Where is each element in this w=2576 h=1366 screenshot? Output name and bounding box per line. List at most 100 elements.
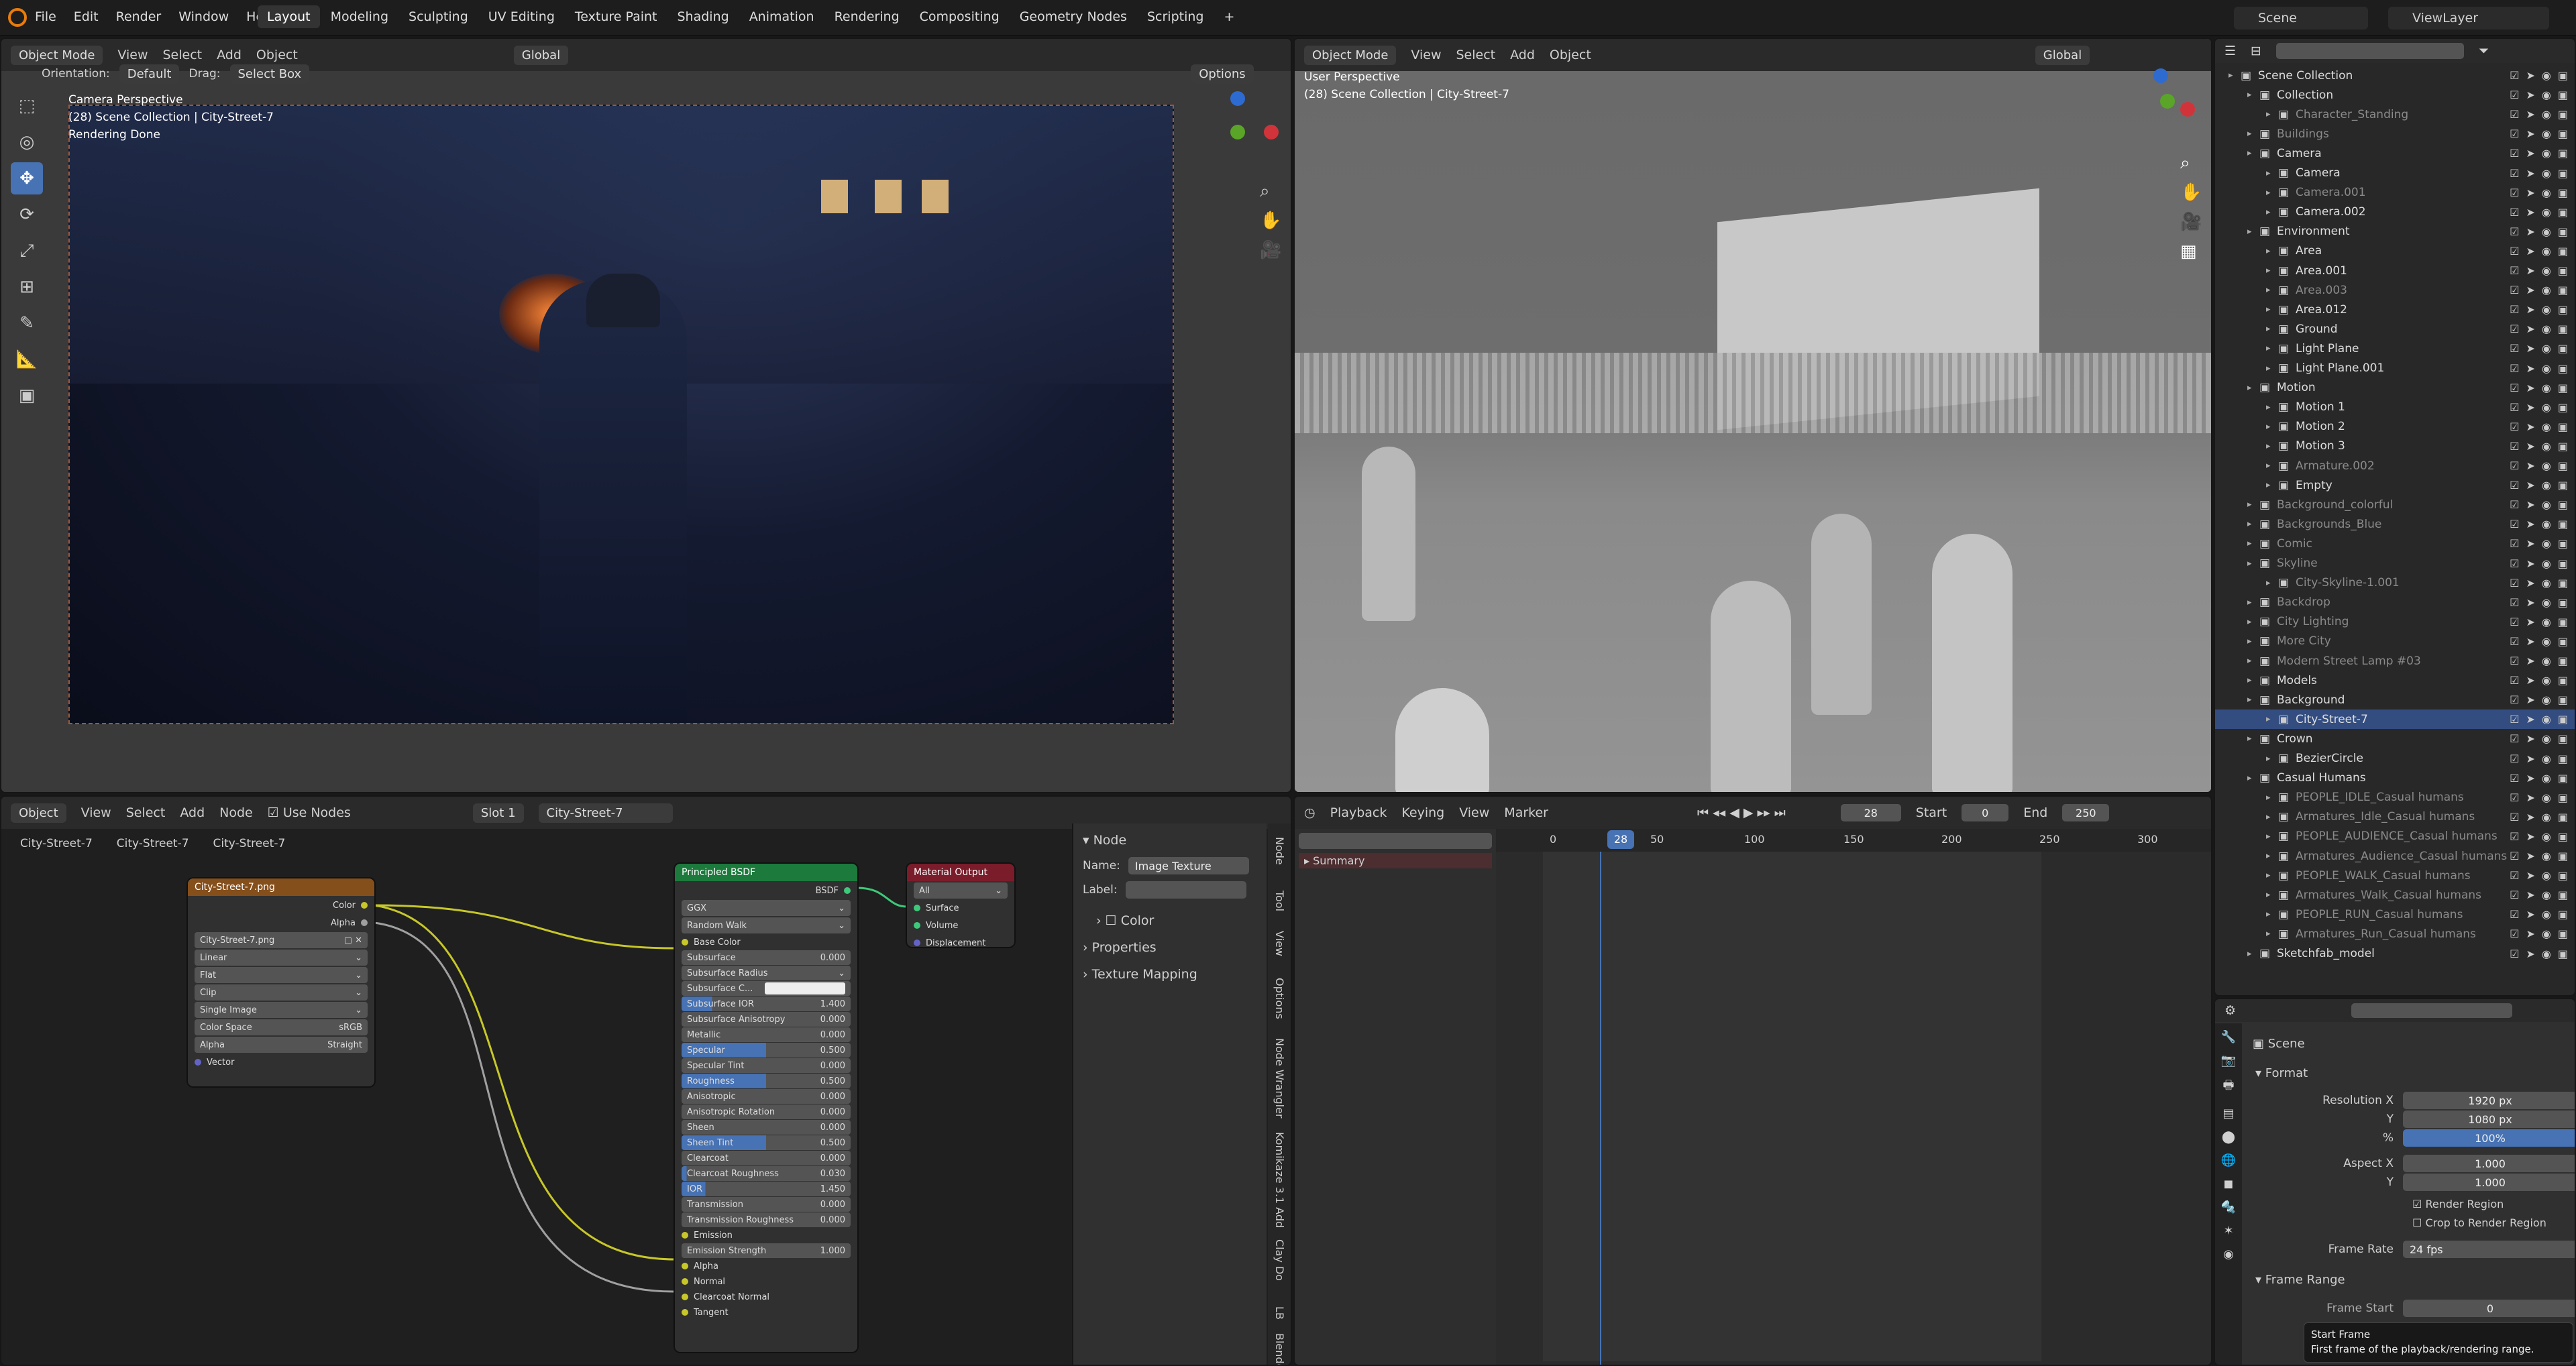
exclude-checkbox-icon[interactable]: ☑ <box>2510 674 2519 687</box>
expand-arrow-icon[interactable]: ▸ <box>2247 227 2259 237</box>
outliner-row[interactable]: ▸ ▣ Background_colorful ☑ ➤ ◉ ▣ <box>2215 495 2575 514</box>
eye-icon[interactable]: ◉ <box>2542 459 2551 472</box>
eye-icon[interactable]: ◉ <box>2542 498 2551 511</box>
outliner-row[interactable]: ▸ ▣ Area.003 ☑ ➤ ◉ ▣ <box>2215 280 2575 300</box>
tab-compositing[interactable]: Compositing <box>910 5 1009 28</box>
exclude-checkbox-icon[interactable]: ☑ <box>2510 69 2519 82</box>
render-toggle-icon[interactable]: ▣ <box>2558 479 2568 492</box>
eye-icon[interactable]: ◉ <box>2542 908 2551 921</box>
render-toggle-icon[interactable]: ▣ <box>2558 889 2568 901</box>
select-toggle-icon[interactable]: ➤ <box>2526 596 2535 609</box>
eye-icon[interactable]: ◉ <box>2542 440 2551 453</box>
eye-icon[interactable]: ◉ <box>2542 616 2551 628</box>
properties-search[interactable] <box>2351 1003 2513 1018</box>
expand-arrow-icon[interactable]: ▸ <box>2247 734 2259 744</box>
exclude-checkbox-icon[interactable]: ☑ <box>2510 167 2519 180</box>
outliner-item-label[interactable]: Modern Street Lamp #03 <box>2277 654 2421 668</box>
eye-icon[interactable]: ◉ <box>2542 362 2551 375</box>
exclude-checkbox-icon[interactable]: ☑ <box>2510 908 2519 921</box>
exclude-checkbox-icon[interactable]: ☑ <box>2510 927 2519 940</box>
aspect-x-field[interactable]: 1.000 <box>2403 1155 2575 1172</box>
expand-arrow-icon[interactable]: ▸ <box>2266 363 2278 374</box>
eye-icon[interactable]: ◉ <box>2542 577 2551 589</box>
outliner-item-label[interactable]: Armatures_Idle_Casual humans <box>2296 810 2475 823</box>
format-panel[interactable]: ▾ Format <box>2255 1066 2308 1080</box>
eye-icon[interactable]: ◉ <box>2542 635 2551 648</box>
aspect-y-field[interactable]: 1.000 <box>2403 1174 2575 1191</box>
select-toggle-icon[interactable]: ➤ <box>2526 382 2535 394</box>
transform-tool-icon[interactable]: ⊞ <box>11 271 43 303</box>
expand-arrow-icon[interactable]: ▸ <box>2247 617 2259 627</box>
outliner-row[interactable]: ▸ ▣ Armatures_Run_Casual humans ☑ ➤ ◉ ▣ <box>2215 924 2575 944</box>
playhead-line[interactable] <box>1600 852 1601 1365</box>
render-toggle-icon[interactable]: ▣ <box>2558 616 2568 628</box>
menu-playback[interactable]: Playback <box>1330 805 1387 820</box>
select-toggle-icon[interactable]: ➤ <box>2526 889 2535 901</box>
expand-arrow-icon[interactable]: ▸ <box>2266 343 2278 353</box>
expand-arrow-icon[interactable]: ▸ <box>2266 168 2278 178</box>
expand-arrow-icon[interactable]: ▸ <box>2247 519 2259 529</box>
render-toggle-icon[interactable]: ▣ <box>2558 830 2568 843</box>
expand-arrow-icon[interactable]: ▸ <box>2247 148 2259 158</box>
render-toggle-icon[interactable]: ▣ <box>2558 518 2568 530</box>
expand-arrow-icon[interactable]: ▸ <box>2266 109 2278 119</box>
options-dropdown[interactable]: Options <box>1191 64 1254 84</box>
outliner[interactable]: ☰ ⊟ ⏷ ▸ ▣ Scene Collection ☑ ➤ ◉ ▣ ▸ ▣ Collection… <box>2214 38 2576 997</box>
current-frame-field[interactable]: 28 <box>1840 804 1901 821</box>
eye-icon[interactable]: ◉ <box>2542 382 2551 394</box>
eye-icon[interactable]: ◉ <box>2542 674 2551 687</box>
select-toggle-icon[interactable]: ➤ <box>2526 323 2535 335</box>
eye-icon[interactable]: ◉ <box>2542 537 2551 550</box>
eye-icon[interactable]: ◉ <box>2542 948 2551 960</box>
expand-arrow-icon[interactable]: ▸ <box>2266 793 2278 803</box>
exclude-checkbox-icon[interactable]: ☑ <box>2510 420 2519 433</box>
exclude-checkbox-icon[interactable]: ☑ <box>2510 713 2519 726</box>
exclude-checkbox-icon[interactable]: ☑ <box>2510 498 2519 511</box>
exclude-checkbox-icon[interactable]: ☑ <box>2510 772 2519 785</box>
outliner-row[interactable]: ▸ ▣ Armature.002 ☑ ➤ ◉ ▣ <box>2215 456 2575 475</box>
expand-arrow-icon[interactable]: ▸ <box>2266 324 2278 334</box>
visibility-toggles[interactable]: ☑ ➤ ◉ ▣ <box>2510 459 2568 472</box>
outliner-item-label[interactable]: Area.012 <box>2296 303 2347 317</box>
visibility-toggles[interactable]: ☑ ➤ ◉ ▣ <box>2510 498 2568 511</box>
expand-arrow-icon[interactable]: ▸ <box>2247 675 2259 685</box>
axis-z-icon[interactable] <box>1230 91 1245 106</box>
bsdf-input-field[interactable]: Subsurface C... <box>682 981 851 996</box>
visibility-toggles[interactable]: ☑ ➤ ◉ ▣ <box>2510 264 2568 277</box>
render-toggle-icon[interactable]: ▣ <box>2558 362 2568 375</box>
alpha-output[interactable]: Alpha <box>195 915 368 931</box>
render-toggle-icon[interactable]: ▣ <box>2558 772 2568 785</box>
color-subpanel[interactable]: › ☐ Color <box>1083 913 1257 928</box>
select-toggle-icon[interactable]: ➤ <box>2526 108 2535 121</box>
visibility-toggles[interactable]: ☑ ➤ ◉ ▣ <box>2510 830 2568 843</box>
outliner-item-label[interactable]: City Lighting <box>2277 615 2349 628</box>
expand-arrow-icon[interactable]: ▸ <box>2266 851 2278 861</box>
outliner-row[interactable]: ▸ ▣ Environment ☑ ➤ ◉ ▣ <box>2215 222 2575 241</box>
exclude-checkbox-icon[interactable]: ☑ <box>2510 596 2519 609</box>
outliner-row[interactable]: ▸ ▣ Collection ☑ ➤ ◉ ▣ <box>2215 85 2575 105</box>
expand-arrow-icon[interactable]: ▸ <box>2266 422 2278 432</box>
outliner-row[interactable]: ▸ ▣ Area.001 ☑ ➤ ◉ ▣ <box>2215 261 2575 280</box>
zoom-icon[interactable]: ⌕ <box>1260 181 1270 202</box>
node-label-field[interactable] <box>1125 881 1246 899</box>
tab-scripting[interactable]: Scripting <box>1138 5 1214 28</box>
outliner-item-label[interactable]: Skyline <box>2277 557 2318 570</box>
outliner-item-label[interactable]: Sketchfab_model <box>2277 947 2375 960</box>
select-toggle-icon[interactable]: ➤ <box>2526 693 2535 706</box>
timeline-editor-icon[interactable]: ◷ <box>1304 805 1316 820</box>
expand-arrow-icon[interactable]: ▸ <box>2266 480 2278 490</box>
visibility-toggles[interactable]: ☑ ➤ ◉ ▣ <box>2510 889 2568 901</box>
outliner-row[interactable]: ▸ ▣ Area ☑ ➤ ◉ ▣ <box>2215 241 2575 261</box>
exclude-checkbox-icon[interactable]: ☑ <box>2510 537 2519 550</box>
render-toggle-icon[interactable]: ▣ <box>2558 440 2568 453</box>
exclude-checkbox-icon[interactable]: ☑ <box>2510 635 2519 648</box>
render-toggle-icon[interactable]: ▣ <box>2558 342 2568 355</box>
tab-modeling[interactable]: Modeling <box>321 5 398 28</box>
frame-rate-dropdown[interactable]: 24 fps <box>2403 1241 2575 1258</box>
outliner-row[interactable]: ▸ ▣ PEOPLE_WALK_Casual humans ☑ ➤ ◉ ▣ <box>2215 866 2575 885</box>
select-toggle-icon[interactable]: ➤ <box>2526 948 2535 960</box>
end-frame-field[interactable]: 250 <box>2062 804 2110 821</box>
alpha-mode-dropdown[interactable]: Alpha Straight <box>195 1037 368 1053</box>
render-toggle-icon[interactable]: ▣ <box>2558 713 2568 726</box>
outliner-item-label[interactable]: BezierCircle <box>2296 752 2363 765</box>
